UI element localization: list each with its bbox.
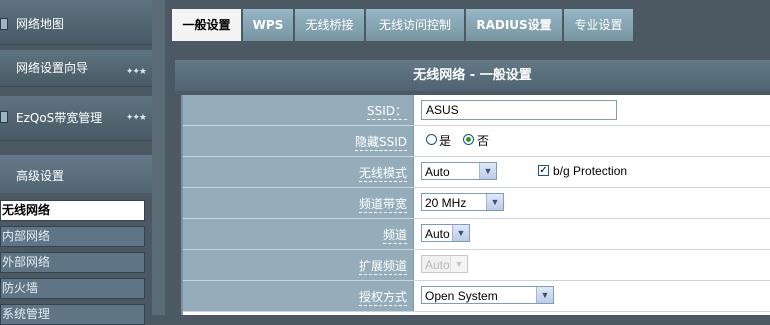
ssid-value-cell: ASUS [414,95,770,125]
extension-channel-select[interactable]: Auto ▼ [421,255,468,273]
sidebar-advanced-label: 高级设置 [16,169,65,183]
sidebar-item-firewall[interactable]: 防火墙 [0,278,145,299]
panel-spacer [165,41,770,60]
sidebar-item-lan[interactable]: 内部网络 [0,226,145,247]
sidebar-item-wireless[interactable]: 无线网络 [0,200,145,221]
ssid-label: SSID： [366,104,407,120]
channel-bandwidth-value: 20 MHz [425,196,467,210]
hide-ssid-value-cell: 是 否 [414,126,770,156]
wireless-mode-select[interactable]: Auto ▼ [421,162,497,180]
hide-ssid-row: 隐藏SSID 是 否 [183,126,770,157]
wireless-mode-label-cell: 无线模式 [183,157,414,187]
tab-general[interactable]: 一般设置 [172,9,241,43]
hide-ssid-label-cell: 隐藏SSID [183,126,414,156]
sidebar-divider [152,0,165,315]
channel-label: 频道 [382,228,407,244]
extension-channel-label-cell: 扩展频道 [183,250,414,280]
tab-radius[interactable]: RADIUS设置 [466,9,562,41]
wireless-mode-value: Auto [425,165,450,179]
auth-method-select[interactable]: Open System ▼ [421,286,554,304]
auth-method-value: Open System [425,289,498,303]
wireless-mode-label: 无线模式 [358,166,407,182]
auth-method-value-cell: Open System ▼ [414,281,770,311]
chevron-down-icon: ▼ [486,194,503,210]
hide-ssid-yes-radio[interactable] [426,134,437,145]
settings-form: SSID： ASUS 隐藏SSID 是 否 无线模式 Auto ▼ ✓ b/g … [181,95,770,315]
tab-bridge[interactable]: 无线桥接 [295,9,364,41]
menu-handle-icon [0,111,8,123]
tab-professional[interactable]: 专业设置 [564,9,633,41]
chevron-down-icon: ▼ [536,287,553,303]
hide-ssid-no-radio[interactable] [463,134,474,145]
page-title: 无线网络 - 一般设置 [175,60,770,91]
extension-channel-value-cell: Auto ▼ [414,250,770,280]
sidebar: 网络地图 网络设置向导 ✦✦★ EzQoS带宽管理 ✦✦★ 高级设置 无线网络 … [0,0,154,325]
bg-protection-checkbox[interactable]: ✓ [538,165,549,176]
sidebar-item-setup-wizard[interactable]: 网络设置向导 ✦✦★ [0,50,152,87]
hide-ssid-yes-label: 是 [439,134,452,148]
channel-bandwidth-row: 频道带宽 20 MHz ▼ [183,188,770,219]
sidebar-item-label: 网络地图 [16,17,65,31]
sidebar-item-wan[interactable]: 外部网络 [0,252,145,273]
channel-select[interactable]: Auto ▼ [421,224,470,242]
bg-protection-label: b/g Protection [553,164,628,178]
stars-icon: ✦✦★ [125,67,147,77]
auth-method-row: 授权方式 Open System ▼ [183,281,770,312]
ssid-row: SSID： ASUS [183,95,770,126]
sidebar-item-label: 网络设置向导 [16,61,89,75]
extension-channel-row: 扩展频道 Auto ▼ [183,250,770,281]
channel-bandwidth-label-cell: 频道带宽 [183,188,414,218]
chevron-down-icon: ▼ [452,225,469,241]
stars-icon: ✦✦★ [125,113,147,123]
tab-wps[interactable]: WPS [243,9,293,41]
channel-bandwidth-label: 频道带宽 [358,197,407,213]
hide-ssid-label: 隐藏SSID [354,135,407,151]
sidebar-item-network-map[interactable]: 网络地图 [0,0,152,45]
sidebar-item-label: EzQoS带宽管理 [16,111,103,125]
channel-value: Auto [425,227,450,241]
auth-method-label: 授权方式 [358,290,407,306]
tab-access-control[interactable]: 无线访问控制 [366,9,464,41]
hide-ssid-no-label: 否 [477,134,490,148]
channel-value-cell: Auto ▼ [414,219,770,249]
wireless-mode-row: 无线模式 Auto ▼ ✓ b/g Protection [183,157,770,188]
ssid-input[interactable]: ASUS [421,100,617,120]
extension-channel-value: Auto [425,258,450,272]
chevron-down-icon: ▼ [450,256,467,272]
channel-bandwidth-select[interactable]: 20 MHz ▼ [421,193,504,211]
auth-method-label-cell: 授权方式 [183,281,414,311]
channel-bandwidth-value-cell: 20 MHz ▼ [414,188,770,218]
sidebar-item-ezqos[interactable]: EzQoS带宽管理 ✦✦★ [0,96,152,141]
chevron-down-icon: ▼ [479,163,496,179]
extension-channel-label: 扩展频道 [358,259,407,275]
menu-handle-icon [0,18,8,30]
channel-row: 频道 Auto ▼ [183,219,770,250]
ssid-label-cell: SSID： [183,95,414,125]
channel-label-cell: 频道 [183,219,414,249]
sidebar-advanced-header[interactable]: 高级设置 [0,155,152,193]
wireless-mode-value-cell: Auto ▼ ✓ b/g Protection [414,157,770,187]
